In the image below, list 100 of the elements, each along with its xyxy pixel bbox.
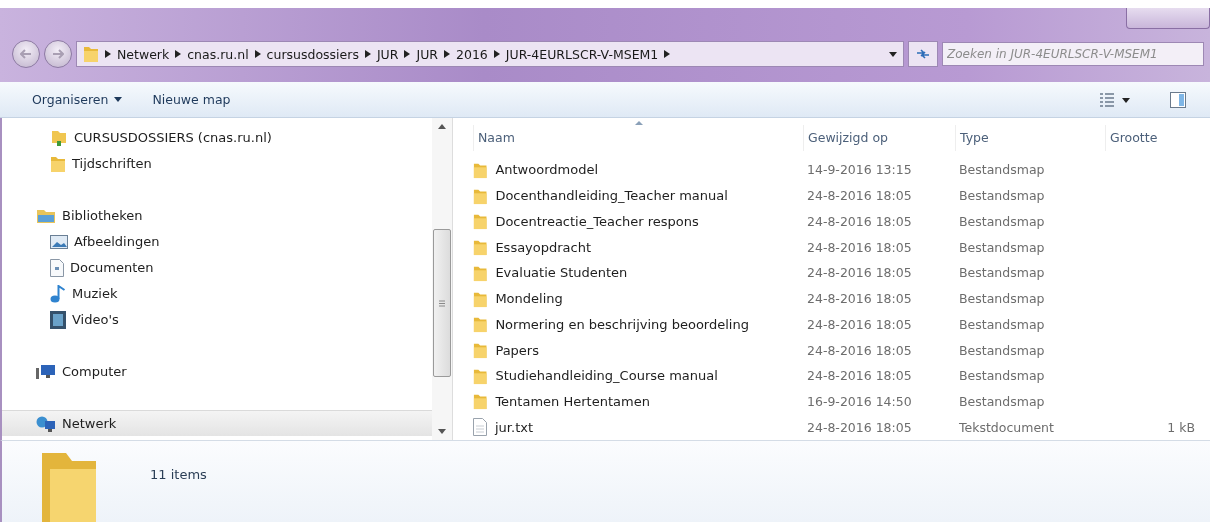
file-row[interactable]: Essayopdracht [473, 238, 803, 257]
file-type: Bestandsmap [958, 393, 1046, 409]
shared-folder-icon [50, 128, 68, 147]
separator-arrow-icon [105, 50, 111, 58]
file-name: Antwoordmodel [495, 162, 598, 178]
sidebar-item[interactable]: Computer [2, 358, 432, 384]
modified-date: 24-8-2016 18:05 [806, 239, 913, 255]
breadcrumb[interactable]: JUR-4EURLSCR-V-MSEM1 [505, 46, 659, 62]
separator-arrow-icon [254, 50, 261, 58]
breadcrumb[interactable]: Netwerk [117, 46, 170, 62]
caret-icon [114, 97, 123, 102]
file-row[interactable]: Docentreactie_Teacher respons [473, 212, 803, 231]
file-type: Bestandsmap [958, 239, 1046, 255]
separator-arrow-icon [664, 50, 671, 58]
picture-icon [50, 234, 68, 249]
sidebar-item[interactable]: Bibliotheken [2, 202, 432, 228]
modified-date: 24-8-2016 18:05 [806, 265, 913, 281]
file-name: Normering en beschrijving beoordeling [495, 316, 749, 332]
sidebar-label: CURSUSDOSSIERS (cnas.ru.nl) [74, 130, 272, 145]
breadcrumb[interactable]: cursusdossiers [266, 46, 359, 62]
back-button[interactable] [12, 40, 40, 68]
library-icon [36, 207, 56, 224]
folder-icon [473, 161, 488, 179]
text-file-icon [473, 418, 487, 437]
modified-date: 24-8-2016 18:05 [806, 316, 913, 332]
modified-date: 24-8-2016 18:05 [806, 213, 913, 229]
file-type: Bestandsmap [958, 342, 1046, 358]
folder-icon [473, 238, 488, 257]
file-size: 1 kB [1166, 419, 1195, 435]
sidebar-label: Muziek [72, 286, 118, 301]
file-row[interactable]: Antwoordmodel [473, 161, 803, 179]
sidebar-label: Netwerk [62, 416, 117, 431]
sidebar-item[interactable]: Muziek [2, 280, 432, 306]
breadcrumb[interactable]: 2016 [456, 46, 488, 62]
scroll-down-icon[interactable] [438, 429, 446, 434]
sidebar-item[interactable]: Netwerk [2, 410, 432, 436]
scrollbar-thumb[interactable] [433, 229, 451, 377]
file-name: Tentamen Hertentamen [495, 393, 650, 409]
breadcrumb[interactable]: JUR [376, 46, 399, 62]
item-count: 11 items [150, 467, 207, 484]
modified-date: 24-8-2016 18:05 [806, 368, 913, 384]
folder-icon [473, 212, 488, 231]
folder-icon [40, 453, 98, 522]
folder-icon [473, 315, 488, 334]
column-header[interactable]: Grootte [1105, 124, 1195, 151]
network-icon [36, 415, 56, 432]
sidebar-item[interactable]: CURSUSDOSSIERS (cnas.ru.nl) [2, 124, 432, 150]
forward-button[interactable] [44, 40, 72, 68]
search-field[interactable]: Zoeken in JUR-4EURLSCR-V-MSEM1 [942, 42, 1204, 66]
modified-date: 24-8-2016 18:05 [806, 342, 913, 358]
scrollbar[interactable] [432, 118, 453, 440]
sidebar-label: Tijdschriften [72, 156, 152, 171]
file-type: Bestandsmap [958, 213, 1046, 229]
sidebar-label: Bibliotheken [62, 208, 143, 223]
file-name: Essayopdracht [495, 239, 592, 255]
file-row[interactable]: jur.txt [473, 418, 803, 437]
file-name: Studiehandleiding_Course manual [495, 368, 718, 384]
computer-icon [36, 363, 56, 380]
sidebar-label: Documenten [70, 260, 154, 275]
forward-arrow-icon [52, 49, 64, 59]
toolbar-button[interactable]: Nieuwe map [150, 88, 233, 111]
column-header[interactable]: Naam [473, 124, 803, 151]
separator-arrow-icon [444, 50, 450, 58]
file-name: Papers [495, 342, 539, 358]
sidebar-label: Computer [62, 364, 127, 379]
file-type: Bestandsmap [958, 162, 1046, 178]
breadcrumb[interactable]: JUR [416, 46, 438, 62]
sidebar-item[interactable]: Afbeeldingen [2, 228, 432, 254]
film-icon [50, 310, 66, 329]
file-name: Mondeling [495, 291, 563, 307]
dropdown-caret-icon[interactable] [889, 51, 897, 57]
view-options-icon[interactable] [1100, 92, 1130, 107]
modified-date: 24-8-2016 18:05 [806, 419, 913, 435]
file-name: jur.txt [495, 419, 534, 435]
refresh-arrows-icon [916, 48, 930, 60]
file-row[interactable]: Papers [473, 341, 803, 359]
separator-arrow-icon [175, 50, 182, 58]
file-row[interactable]: Tentamen Hertentamen [473, 392, 803, 411]
back-arrow-icon [20, 49, 32, 59]
modified-date: 24-8-2016 18:05 [806, 291, 913, 307]
folder-icon [473, 392, 488, 411]
toolbar-button[interactable]: Organiseren [30, 88, 125, 111]
file-type: Bestandsmap [958, 291, 1046, 307]
sidebar-item[interactable]: Tijdschriften [2, 150, 432, 176]
file-row[interactable]: Normering en beschrijving beoordeling [473, 315, 803, 334]
column-header[interactable]: Gewijzigd op [803, 124, 955, 151]
folder-icon [83, 45, 99, 63]
sidebar-item[interactable]: Documenten [2, 254, 432, 280]
sidebar-item[interactable]: Video's [2, 306, 432, 332]
scroll-up-icon[interactable] [438, 124, 446, 129]
file-row[interactable]: Docenthandleiding_Teacher manual [473, 186, 803, 205]
sidebar-label: Afbeeldingen [74, 234, 160, 249]
column-header[interactable]: Type [955, 124, 1105, 151]
file-row[interactable]: Mondeling [473, 289, 803, 308]
preview-pane-icon[interactable] [1170, 91, 1186, 108]
file-row[interactable]: Studiehandleiding_Course manual [473, 366, 803, 385]
refresh-button[interactable] [908, 41, 938, 67]
file-row[interactable]: Evaluatie Studenten [473, 263, 803, 282]
address-bar[interactable]: Netwerk cnas.ru.nl cursusdossiers JUR JUR 2016 JUR-4EURLSCR-V-MSEM1 [76, 41, 904, 67]
breadcrumb[interactable]: cnas.ru.nl [187, 46, 249, 62]
